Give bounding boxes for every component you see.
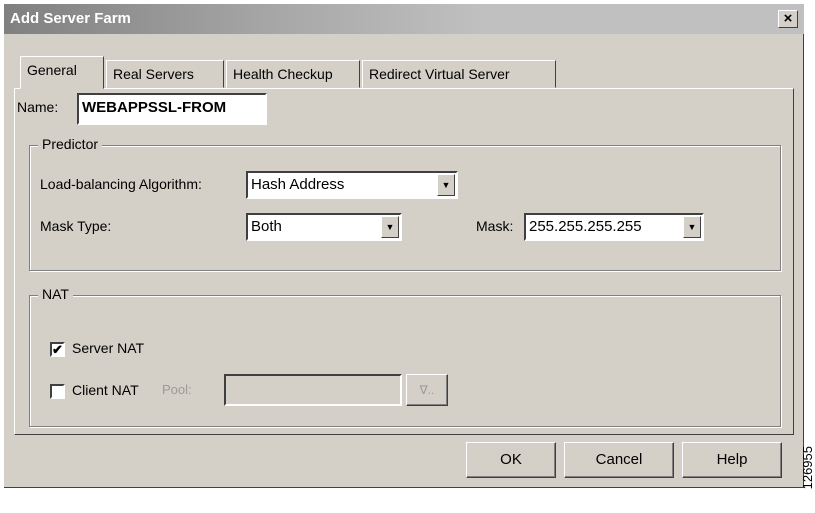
chevron-down-icon[interactable]: ▼	[683, 216, 701, 238]
name-label: Name:	[17, 99, 59, 115]
server-nat-label: Server NAT	[72, 340, 145, 356]
mask-select[interactable]: 255.255.255.255 ▼	[524, 213, 704, 241]
mask-type-label: Mask Type:	[40, 218, 112, 234]
predictor-group: Predictor Load-balancing Algorithm: Hash…	[29, 136, 781, 271]
server-nat-checkbox[interactable]: ✔	[50, 342, 65, 357]
client-nat-label: Client NAT	[72, 382, 139, 398]
mask-type-value: Both	[251, 218, 282, 235]
mask-label: Mask:	[476, 218, 514, 234]
window-title: Add Server Farm	[10, 10, 131, 27]
tab-health-checkup[interactable]: Health Checkup	[226, 60, 360, 88]
add-server-farm-dialog: Add Server Farm × General Real Servers H…	[4, 4, 804, 488]
general-tab-panel: Name: WEBAPPSSL-FROM Predictor Load-bala…	[14, 88, 794, 435]
chevron-down-icon[interactable]: ▼	[381, 216, 399, 238]
tab-redirect-virtual-server[interactable]: Redirect Virtual Server	[362, 60, 556, 88]
nat-legend: NAT	[38, 286, 73, 302]
mask-value: 255.255.255.255	[529, 218, 642, 235]
figure-number: 126955	[800, 446, 815, 490]
tab-general[interactable]: General	[20, 56, 104, 89]
client-nat-checkbox[interactable]	[50, 384, 65, 399]
help-button[interactable]: Help	[682, 442, 782, 478]
algorithm-label: Load-balancing Algorithm:	[40, 176, 202, 192]
pool-browse-button[interactable]: ∇..	[406, 374, 448, 406]
name-field[interactable]: WEBAPPSSL-FROM	[77, 93, 267, 125]
title-bar[interactable]: Add Server Farm ×	[4, 4, 804, 34]
predictor-legend: Predictor	[38, 136, 103, 152]
mask-type-select[interactable]: Both ▼	[246, 213, 402, 241]
chevron-down-icon[interactable]: ▼	[437, 174, 455, 196]
pool-field[interactable]	[224, 374, 402, 406]
algorithm-select[interactable]: Hash Address ▼	[246, 171, 458, 199]
ok-button[interactable]: OK	[466, 442, 556, 478]
check-icon: ✔	[52, 342, 63, 357]
close-icon: ×	[783, 10, 793, 27]
pool-label: Pool:	[162, 382, 192, 397]
tab-real-servers[interactable]: Real Servers	[106, 60, 224, 88]
cancel-button[interactable]: Cancel	[564, 442, 674, 478]
algorithm-value: Hash Address	[251, 176, 345, 193]
nat-group: NAT ✔ Server NAT Client NAT Pool: ∇..	[29, 286, 781, 427]
close-button[interactable]: ×	[778, 10, 798, 28]
